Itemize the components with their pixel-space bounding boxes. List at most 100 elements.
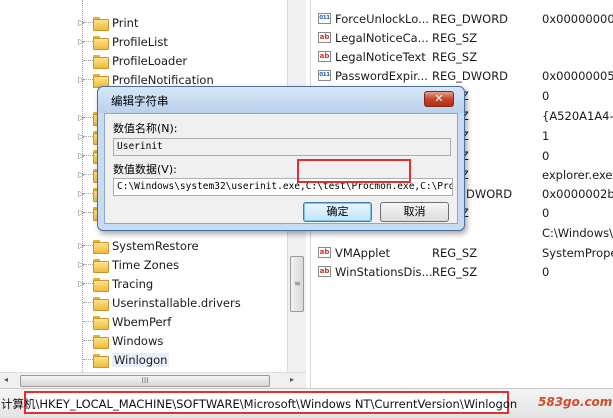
value-name: WinStationsDis...: [335, 264, 433, 279]
tree-item-userinstallable-drivers[interactable]: Userinstallable.drivers: [0, 293, 241, 312]
value-row[interactable]: 011 PasswordExpir... REG_DWORD 0x0000000…: [311, 66, 613, 85]
string-value-icon: ab: [318, 32, 331, 43]
scroll-right-arrow-icon[interactable]: ▸: [290, 375, 294, 384]
expand-arrow-icon[interactable]: ▷: [77, 75, 86, 84]
value-row[interactable]: ab LegalNoticeCa... REG_SZ: [311, 28, 613, 47]
value-name: ForceUnlockLo...: [335, 11, 430, 26]
value-name-field[interactable]: Userinit: [113, 138, 451, 156]
expand-arrow-icon[interactable]: ▷: [77, 189, 86, 198]
tree-item-label: WbemPerf: [112, 314, 172, 329]
binary-value-icon: 011: [318, 70, 331, 81]
tree-item-tracing[interactable]: ▷ Tracing: [0, 274, 153, 293]
tree-item-profilelist[interactable]: ▷ ProfileList: [0, 32, 168, 51]
status-bar: 计算机\HKEY_LOCAL_MACHINE\SOFTWARE\Microsof…: [0, 388, 613, 418]
tree-item-label: Print: [112, 15, 139, 30]
scroll-left-arrow-icon[interactable]: ◂: [4, 375, 8, 384]
tree-item-label: Winlogon: [112, 352, 170, 367]
value-type: REG_DWORD: [432, 68, 509, 83]
close-icon: ✕: [434, 92, 444, 105]
value-name: LegalNoticeCa...: [335, 30, 429, 45]
tree-item-label: SystemRestore: [112, 238, 199, 253]
folder-icon: [93, 277, 109, 292]
tree-item-hidden[interactable]: ▷: [0, 146, 112, 165]
value-name: VMApplet: [335, 245, 391, 260]
folder-icon: [93, 73, 109, 88]
folder-icon: [93, 258, 109, 273]
folder-icon: [93, 16, 109, 31]
grip-icon: ≡: [294, 279, 301, 288]
close-button[interactable]: ✕: [424, 91, 454, 107]
expand-arrow-icon[interactable]: ▷: [77, 208, 86, 217]
string-value-icon: ab: [318, 266, 331, 277]
value-data: explorer.exe: [542, 167, 613, 182]
tree-item-hidden[interactable]: ▷: [0, 127, 112, 146]
value-data: SystemPrope: [542, 245, 613, 260]
tree-item-hidden[interactable]: ▷: [0, 108, 112, 127]
expand-arrow-icon[interactable]: ▷: [77, 113, 86, 122]
binary-value-icon: 011: [318, 13, 331, 24]
dialog-titlebar[interactable]: 编辑字符串 ✕: [98, 87, 464, 113]
expand-arrow-icon[interactable]: ▷: [77, 260, 86, 269]
tree-item-label: Time Zones: [112, 257, 180, 272]
value-type: REG_SZ: [432, 49, 478, 64]
value-row[interactable]: ab LegalNoticeText REG_SZ: [311, 47, 613, 66]
tree-item-wbemperf[interactable]: WbemPerf: [0, 312, 171, 331]
value-data: {A520A1A4-17: [542, 108, 613, 123]
folder-icon: [93, 239, 109, 254]
value-type: REG_SZ: [432, 245, 478, 260]
registry-path: 计算机\HKEY_LOCAL_MACHINE\SOFTWARE\Microsof…: [1, 397, 518, 411]
tree-item-hidden[interactable]: ▷: [0, 203, 112, 222]
value-row[interactable]: ab WinStationsDis... REG_SZ 0: [311, 262, 613, 281]
value-name: PasswordExpir...: [335, 68, 428, 83]
tree-item-windows[interactable]: Windows: [0, 331, 163, 350]
registry-path-highlight: 计算机\HKEY_LOCAL_MACHINE\SOFTWARE\Microsof…: [1, 391, 517, 414]
value-data: 0: [542, 88, 550, 103]
value-row[interactable]: ab VMApplet REG_SZ SystemPrope: [311, 243, 613, 262]
tree-horizontal-scrollbar[interactable]: ◂ III ▸: [0, 372, 306, 388]
string-value-icon: ab: [318, 51, 331, 62]
value-data-label: 数值数据(V):: [113, 163, 177, 176]
expand-arrow-icon[interactable]: ▷: [77, 170, 86, 179]
tree-item-hidden[interactable]: ▷: [0, 184, 112, 203]
value-type: REG_SZ: [432, 30, 478, 45]
grip-icon: III: [141, 376, 149, 385]
tree-item-label: Tracing: [112, 276, 154, 291]
tree-item-profileloader[interactable]: ProfileLoader: [0, 51, 187, 70]
value-data: 1: [542, 128, 550, 143]
expand-arrow-icon[interactable]: ▷: [77, 151, 86, 160]
expand-arrow-icon[interactable]: ▷: [77, 37, 86, 46]
tree-item-label: ProfileList: [112, 34, 168, 49]
tree-item-winlogon[interactable]: Winlogon: [0, 350, 170, 369]
value-data: 0x00000000 (: [542, 11, 613, 26]
value-data: C:\Windows\s: [542, 225, 613, 240]
dialog-title: 编辑字符串: [111, 94, 169, 108]
expand-arrow-icon[interactable]: ▷: [77, 18, 86, 27]
folder-icon: [93, 334, 109, 349]
tree-item-label: Windows: [112, 333, 164, 348]
tree-item-label: ProfileLoader: [112, 53, 188, 68]
value-data-field[interactable]: C:\Windows\system32\userinit.exe,C:\test…: [113, 178, 453, 196]
string-value-icon: ab: [318, 247, 331, 258]
value-type: REG_SZ: [432, 264, 478, 279]
expand-arrow-icon[interactable]: ▷: [77, 279, 86, 288]
value-name: LegalNoticeText: [335, 49, 426, 64]
expand-arrow-icon[interactable]: ▷: [77, 241, 86, 250]
edit-string-dialog: 编辑字符串 ✕ 数值名称(N): Userinit 数值数据(V): C:\Wi…: [97, 86, 465, 231]
value-data: 0: [542, 264, 550, 279]
tree-item-systemrestore[interactable]: ▷ SystemRestore: [0, 236, 199, 255]
tree-item-print[interactable]: ▷ Print: [0, 13, 138, 32]
folder-icon: [93, 315, 109, 330]
horizontal-scroll-thumb[interactable]: III: [20, 375, 270, 387]
vertical-scroll-thumb[interactable]: ≡: [290, 256, 304, 312]
value-data: 0: [542, 205, 550, 220]
tree-item-hidden[interactable]: ▷: [0, 165, 112, 184]
value-data: 0x0000002b (: [542, 186, 613, 201]
value-row[interactable]: 011 ForceUnlockLo... REG_DWORD 0x0000000…: [311, 9, 613, 28]
dialog-body: 数值名称(N): Userinit 数值数据(V): C:\Windows\sy…: [104, 113, 458, 224]
ok-button[interactable]: 确定: [303, 202, 372, 222]
value-name-label: 数值名称(N):: [113, 122, 178, 135]
expand-arrow-icon[interactable]: ▷: [77, 132, 86, 141]
tree-item-timezones[interactable]: ▷ Time Zones: [0, 255, 179, 274]
cancel-button[interactable]: 取消: [380, 202, 449, 222]
value-type: DWORD: [466, 186, 513, 201]
